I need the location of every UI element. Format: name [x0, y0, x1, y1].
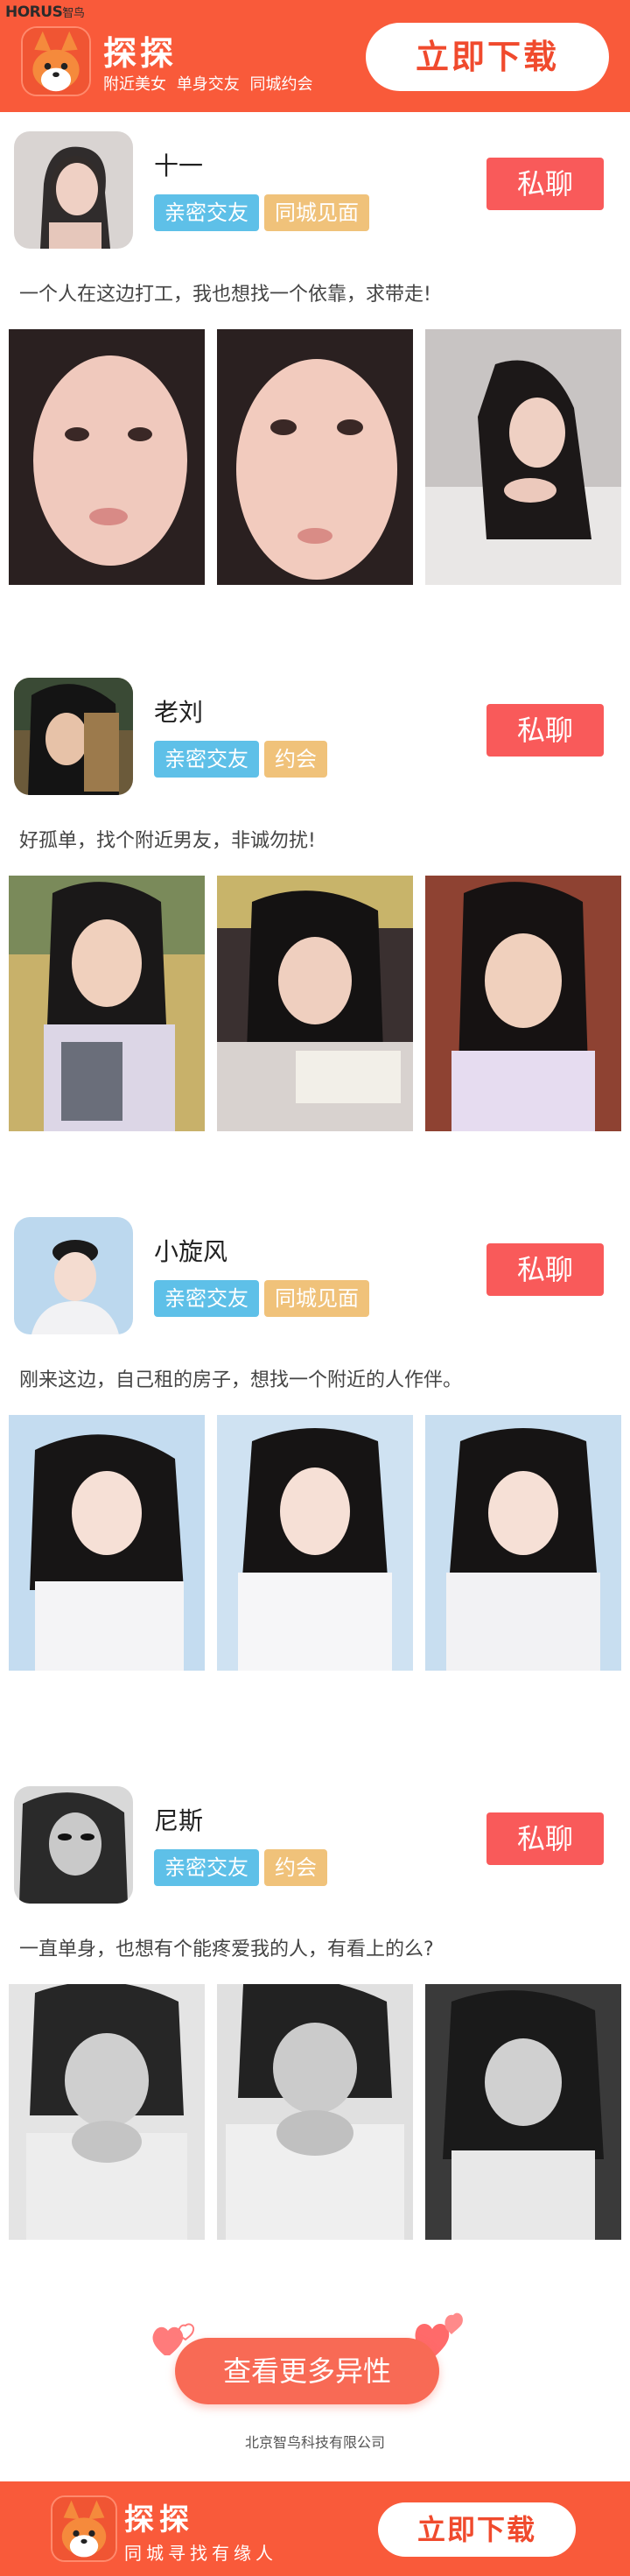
profile-name: 十一 — [154, 151, 204, 180]
profile-photo[interactable] — [425, 329, 621, 585]
profile-photo[interactable] — [9, 1415, 205, 1671]
view-more-button[interactable]: 查看更多异性 — [175, 2338, 439, 2404]
private-chat-button[interactable]: 私聊 — [486, 158, 604, 210]
photo-gallery — [9, 876, 621, 1131]
top-banner: HORUS智鸟 探探 附近美女 单身交友 同城约会 立即下载 — [0, 0, 630, 112]
private-chat-button[interactable]: 私聊 — [486, 1812, 604, 1865]
profile-bio: 好孤单，找个附近男友，非诚勿扰! — [19, 830, 316, 852]
download-button[interactable]: 立即下载 — [366, 23, 609, 91]
private-chat-button[interactable]: 私聊 — [486, 704, 604, 757]
profile-name: 尼斯 — [154, 1806, 204, 1835]
app-title: 探探 — [103, 34, 178, 73]
bottom-banner: 探探 同城寻找有缘人 立即下载 — [0, 2481, 630, 2576]
tag-label: 同城见面 — [264, 1280, 369, 1317]
profile-avatar[interactable] — [14, 1786, 133, 1904]
photo-gallery — [9, 1984, 621, 2240]
company-name: 北京智鸟科技有限公司 — [244, 2434, 385, 2451]
tag-label: 同城见面 — [264, 194, 369, 231]
fox-app-icon — [51, 2495, 117, 2562]
profile-avatar[interactable] — [14, 131, 133, 249]
profile-avatar[interactable] — [14, 1217, 133, 1334]
profile-photo[interactable] — [9, 329, 205, 585]
profile-bio: 一直单身，也想有个能疼爱我的人，有看上的么? — [19, 1939, 434, 1960]
tag-label: 亲密交友 — [154, 741, 259, 778]
profile-photo[interactable] — [425, 1984, 621, 2240]
profile-photo[interactable] — [9, 876, 205, 1131]
profile-name: 老刘 — [154, 698, 204, 727]
fox-app-icon — [21, 26, 91, 96]
profile-photo[interactable] — [217, 329, 413, 585]
profile-photo[interactable] — [9, 1984, 205, 2240]
profile-photo[interactable] — [217, 1415, 413, 1671]
profile-bio: 一个人在这边打工，我也想找一个依靠，求带走! — [19, 284, 431, 306]
profile-photo[interactable] — [217, 1984, 413, 2240]
profile-avatar[interactable] — [14, 678, 133, 795]
footer-download-button[interactable]: 立即下载 — [378, 2502, 576, 2557]
photo-gallery — [9, 1415, 621, 1671]
private-chat-button[interactable]: 私聊 — [486, 1243, 604, 1296]
photo-gallery — [9, 329, 621, 585]
tag-label: 约会 — [264, 741, 327, 778]
profile-bio: 刚来这边，自己租的房子，想找一个附近的人作伴。 — [19, 1369, 463, 1391]
tag-label: 约会 — [264, 1849, 327, 1886]
profile-photo[interactable] — [217, 876, 413, 1131]
footer-app-title: 探探 — [124, 2502, 194, 2537]
app-slogan: 附近美女 单身交友 同城约会 — [103, 75, 313, 94]
profile-name: 小旋风 — [154, 1237, 228, 1266]
tag-label: 亲密交友 — [154, 194, 259, 231]
footer-slogan: 同城寻找有缘人 — [124, 2543, 277, 2564]
tag-label: 亲密交友 — [154, 1849, 259, 1886]
profile-photo[interactable] — [425, 1415, 621, 1671]
profile-photo[interactable] — [425, 876, 621, 1131]
horus-logo: HORUS智鸟 — [5, 4, 85, 21]
tag-label: 亲密交友 — [154, 1280, 259, 1317]
